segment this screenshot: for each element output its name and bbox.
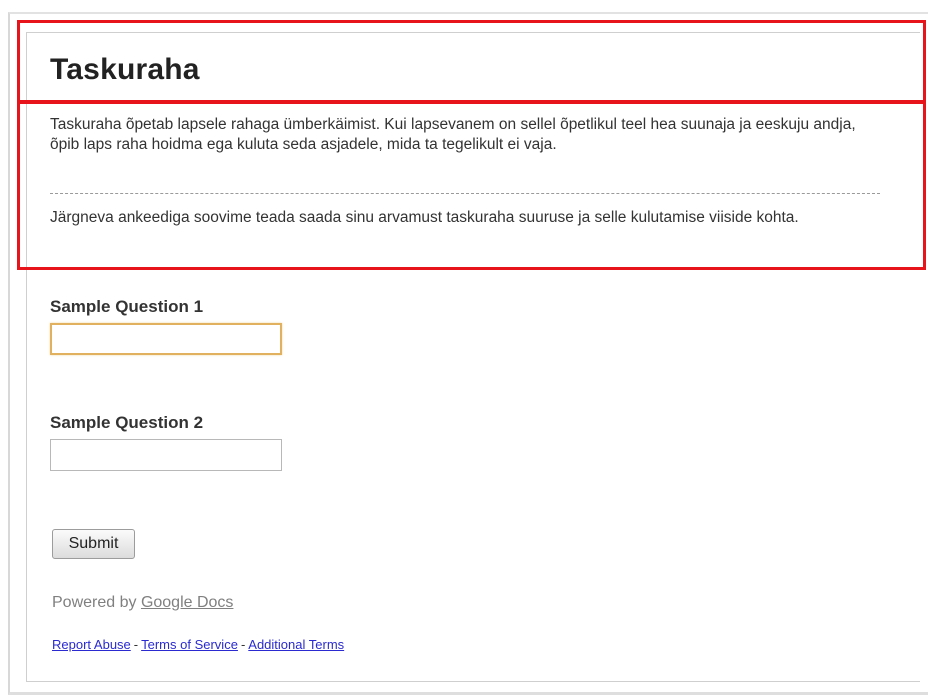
submit-button[interactable]: Submit (52, 529, 135, 559)
report-abuse-link[interactable]: Report Abuse (52, 637, 131, 652)
footer-separator: - (133, 637, 139, 652)
question-1-input[interactable] (50, 323, 282, 355)
question-2-input[interactable] (50, 439, 282, 471)
additional-terms-link[interactable]: Additional Terms (248, 637, 344, 652)
question-1-label: Sample Question 1 (50, 297, 204, 316)
form-description: Taskuraha õpetab lapsele rahaga ümberkäi… (50, 116, 856, 153)
question-2-label: Sample Question 2 (50, 413, 204, 432)
form-description-2: Järgneva ankeediga soovime teada saada s… (50, 209, 799, 226)
description-divider (50, 193, 880, 194)
powered-by-prefix: Powered by (52, 594, 141, 611)
terms-of-service-link[interactable]: Terms of Service (141, 637, 238, 652)
google-docs-link[interactable]: Google Docs (141, 594, 234, 611)
form-title: Taskuraha (50, 53, 200, 86)
footer-separator: - (240, 637, 246, 652)
footer-links: Report Abuse - Terms of Service - Additional… (52, 637, 344, 652)
powered-by: Powered by Google Docs (52, 594, 233, 612)
